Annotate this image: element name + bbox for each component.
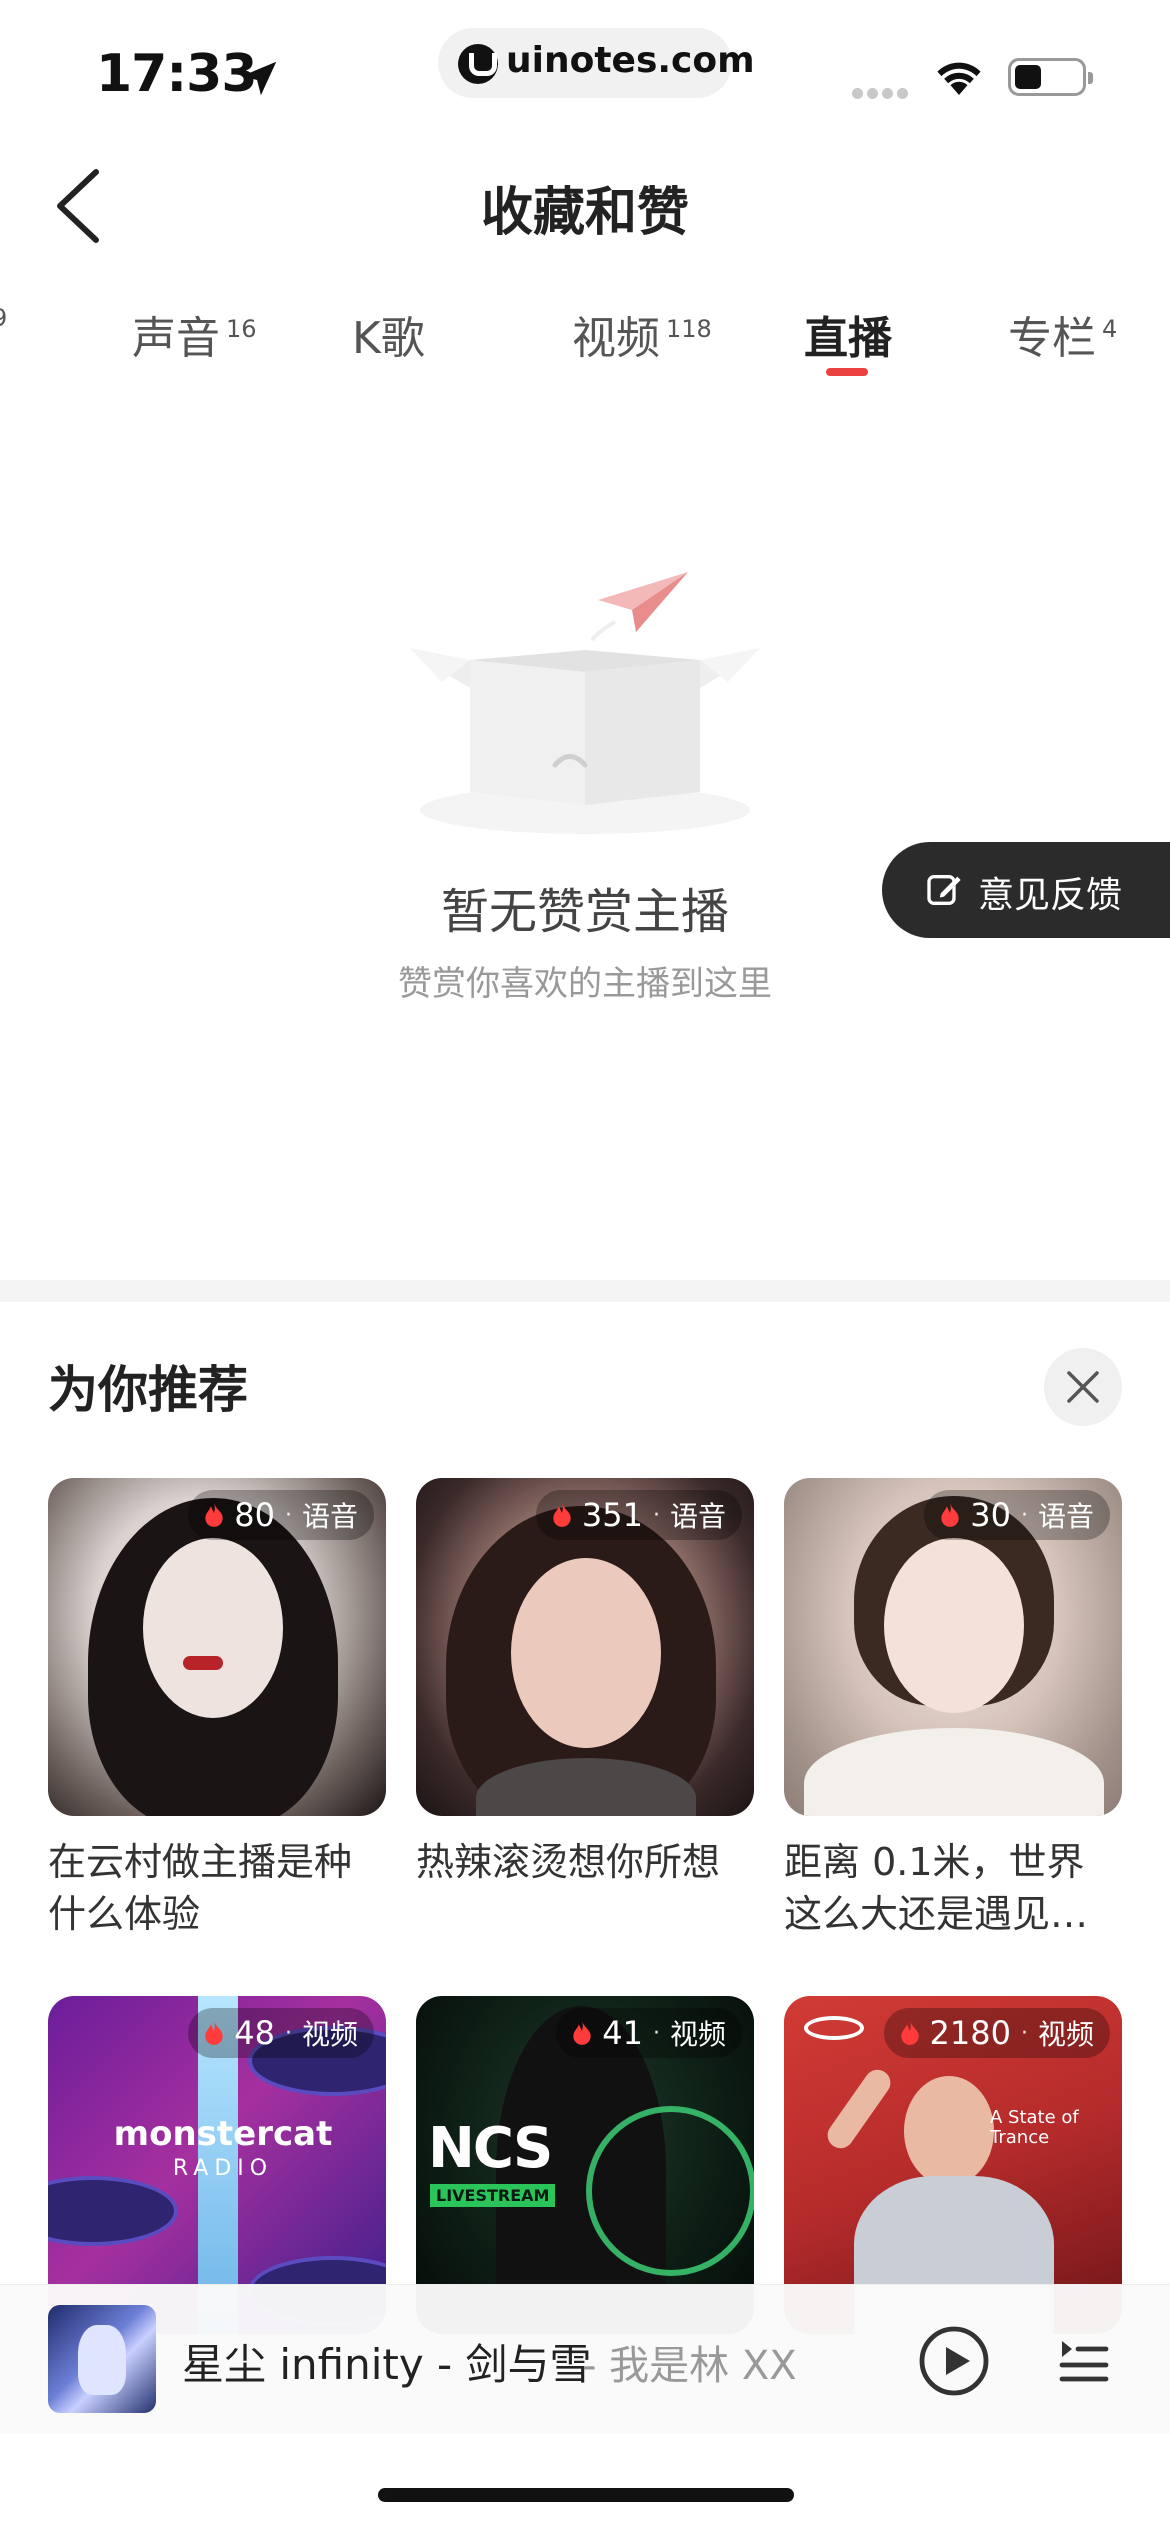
- signal-icon: [852, 84, 916, 99]
- tab-label: 声音: [132, 313, 220, 364]
- hot-count: 80: [234, 1496, 275, 1534]
- hot-badge: 41 · 视频: [556, 2008, 742, 2058]
- badge-separator: ·: [284, 1502, 292, 1528]
- tab-column[interactable]: 专栏 4: [1008, 302, 1117, 366]
- active-tab-indicator: [826, 368, 868, 376]
- art-title: A State of Trance: [990, 2107, 1079, 2148]
- badge-separator: ·: [1020, 1502, 1028, 1528]
- tab-video[interactable]: 视频 118: [572, 302, 712, 366]
- empty-box-icon: [410, 572, 760, 834]
- edit-icon: [927, 875, 961, 905]
- hot-count: 41: [602, 2014, 643, 2052]
- tab-label: 视频: [572, 313, 660, 364]
- status-bar: 17:33 uinotes.com: [0, 0, 1170, 140]
- feedback-button[interactable]: 意见反馈: [882, 842, 1170, 938]
- tab-count: 9: [0, 304, 7, 332]
- song-title: 星尘 infinity - 剑与雪: [182, 2340, 592, 2389]
- live-card[interactable]: 80 · 语音 在云村做主播是种什么体验: [48, 1478, 386, 1940]
- url-text: uinotes.com: [506, 40, 755, 81]
- playlist-icon[interactable]: [1056, 2331, 1112, 2387]
- album-cover[interactable]: [48, 2305, 156, 2413]
- empty-state-subtitle: 赞赏你喜欢的主播到这里: [398, 964, 772, 1004]
- status-time: 17:33: [96, 44, 258, 104]
- tab-partial[interactable]: 9: [0, 302, 7, 353]
- fire-icon: [205, 2021, 223, 2045]
- hot-badge: 30 · 语音: [924, 1490, 1110, 1540]
- live-thumbnail: 351 · 语音: [416, 1478, 754, 1816]
- battery-icon: [1008, 58, 1093, 96]
- recommend-title: 为你推荐: [48, 1361, 248, 1419]
- tab-label: K歌: [352, 313, 425, 364]
- url-pill[interactable]: uinotes.com: [438, 28, 755, 98]
- fire-icon: [941, 1503, 959, 1527]
- close-icon: [1067, 1371, 1099, 1403]
- fire-icon: [573, 2021, 591, 2045]
- live-type: 语音: [1037, 1500, 1094, 1533]
- close-recommend-button[interactable]: [1044, 1348, 1122, 1426]
- hot-count: 2180: [929, 2014, 1011, 2052]
- live-type: 视频: [301, 2018, 358, 2051]
- home-indicator: [378, 2488, 794, 2502]
- hot-count: 351: [581, 1496, 643, 1534]
- fire-icon: [205, 1503, 223, 1527]
- tab-sound[interactable]: 声音 16: [132, 302, 257, 366]
- live-type: 语音: [669, 1500, 726, 1533]
- tab-label: 直播: [804, 313, 892, 364]
- badge-separator: ·: [1020, 2020, 1028, 2046]
- hot-count: 48: [234, 2014, 275, 2052]
- live-card[interactable]: 351 · 语音 热辣滚烫想你所想: [416, 1478, 754, 1940]
- feedback-label: 意见反馈: [978, 875, 1123, 916]
- tab-count: 118: [666, 315, 712, 344]
- page-title: 收藏和赞: [480, 183, 689, 243]
- tab-count: 4: [1102, 315, 1118, 344]
- hot-badge: 351 · 语音: [535, 1490, 742, 1540]
- mini-player[interactable]: 星尘 infinity - 剑与雪 - 我是林 XX: [0, 2284, 1170, 2434]
- hot-badge: 48 · 视频: [188, 2008, 374, 2058]
- live-type: 视频: [669, 2018, 726, 2051]
- section-divider: [0, 1280, 1170, 1302]
- art-subtitle: LIVESTREAM: [430, 2184, 556, 2207]
- hot-badge: 80 · 语音: [188, 1490, 374, 1540]
- live-type: 视频: [1037, 2018, 1094, 2051]
- play-icon[interactable]: [918, 2325, 990, 2397]
- live-thumbnail: 80 · 语音: [48, 1478, 386, 1816]
- wifi-icon: [937, 62, 981, 95]
- fire-icon: [553, 1503, 571, 1527]
- badge-separator: ·: [652, 2020, 660, 2046]
- live-thumbnail: 30 · 语音: [784, 1478, 1122, 1816]
- badge-separator: ·: [284, 2020, 292, 2046]
- tab-bar: 9 声音16 K歌 视频118 直播 专栏4: [0, 290, 1170, 390]
- live-type: 语音: [301, 1500, 358, 1533]
- tab-live[interactable]: 直播: [804, 302, 892, 366]
- fire-icon: [900, 2021, 919, 2045]
- live-card-title: 热辣滚烫想你所想: [416, 1840, 721, 1884]
- art-title: monstercat: [113, 2114, 333, 2154]
- art-title: NCS: [428, 2116, 553, 2181]
- song-artist: - 我是林 XX: [582, 2343, 797, 2389]
- tab-count: 16: [226, 315, 257, 344]
- hot-count: 30: [970, 1496, 1011, 1534]
- badge-separator: ·: [652, 1502, 660, 1528]
- art-subtitle: RADIO: [172, 2156, 274, 2181]
- hot-badge: 2180 · 视频: [883, 2008, 1110, 2058]
- live-card-title: 在云村做主播是种什么体验: [48, 1840, 353, 1936]
- tab-label: 专栏: [1008, 313, 1096, 364]
- live-card[interactable]: 30 · 语音 距离 0.1米，世界这么大还是遇见…: [784, 1478, 1122, 1940]
- site-logo-icon: [458, 44, 498, 84]
- tab-karaoke[interactable]: K歌: [352, 302, 425, 366]
- location-arrow-icon: [241, 61, 277, 96]
- live-card-title: 距离 0.1米，世界这么大还是遇见…: [784, 1840, 1089, 1936]
